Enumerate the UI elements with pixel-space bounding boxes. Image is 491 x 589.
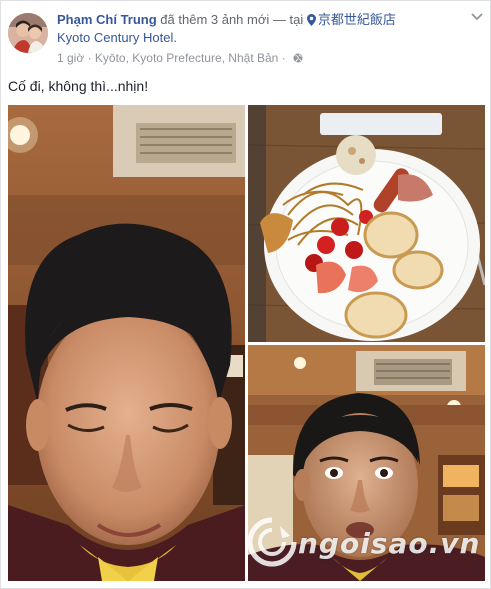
- timestamp-link[interactable]: 1 giờ: [57, 51, 84, 65]
- photo-breakfast-plate[interactable]: [248, 105, 485, 342]
- post-meta: Phạm Chí Trung đã thêm 3 ảnh mới — tại 京…: [57, 11, 457, 66]
- photo-selfie-large[interactable]: [8, 105, 245, 581]
- post-header: Phạm Chí Trung đã thêm 3 ảnh mới — tại 京…: [8, 11, 483, 71]
- chevron-down-icon[interactable]: [471, 13, 483, 21]
- privacy-separator: ·: [281, 51, 286, 65]
- location-subtitle-link[interactable]: Kyoto Century Hotel.: [57, 29, 457, 47]
- facebook-post: Phạm Chí Trung đã thêm 3 ảnh mới — tại 京…: [0, 0, 491, 589]
- post-subline: 1 giờ · Kyōto, Kyoto Prefecture, Nhật Bả…: [57, 50, 457, 66]
- globe-icon[interactable]: [293, 53, 303, 63]
- photo-selfie-small[interactable]: [248, 345, 485, 581]
- author-name-link[interactable]: Phạm Chí Trung: [57, 12, 157, 27]
- location-name: 京都世紀飯店: [317, 12, 396, 27]
- region-link[interactable]: Kyōto, Kyoto Prefecture, Nhật Bản: [95, 51, 278, 65]
- photo-grid: [8, 105, 485, 581]
- author-avatar[interactable]: [8, 13, 48, 53]
- map-pin-icon: [306, 14, 316, 26]
- time-separator: ·: [87, 51, 92, 65]
- post-action-text: đã thêm 3 ảnh mới: [160, 12, 270, 27]
- location-link[interactable]: 京都世紀飯店: [306, 12, 396, 27]
- post-message: Cố đi, không thì...nhịn!: [8, 78, 149, 94]
- location-separator-text: — tại: [272, 12, 304, 27]
- post-action-line: Phạm Chí Trung đã thêm 3 ảnh mới — tại 京…: [57, 11, 457, 29]
